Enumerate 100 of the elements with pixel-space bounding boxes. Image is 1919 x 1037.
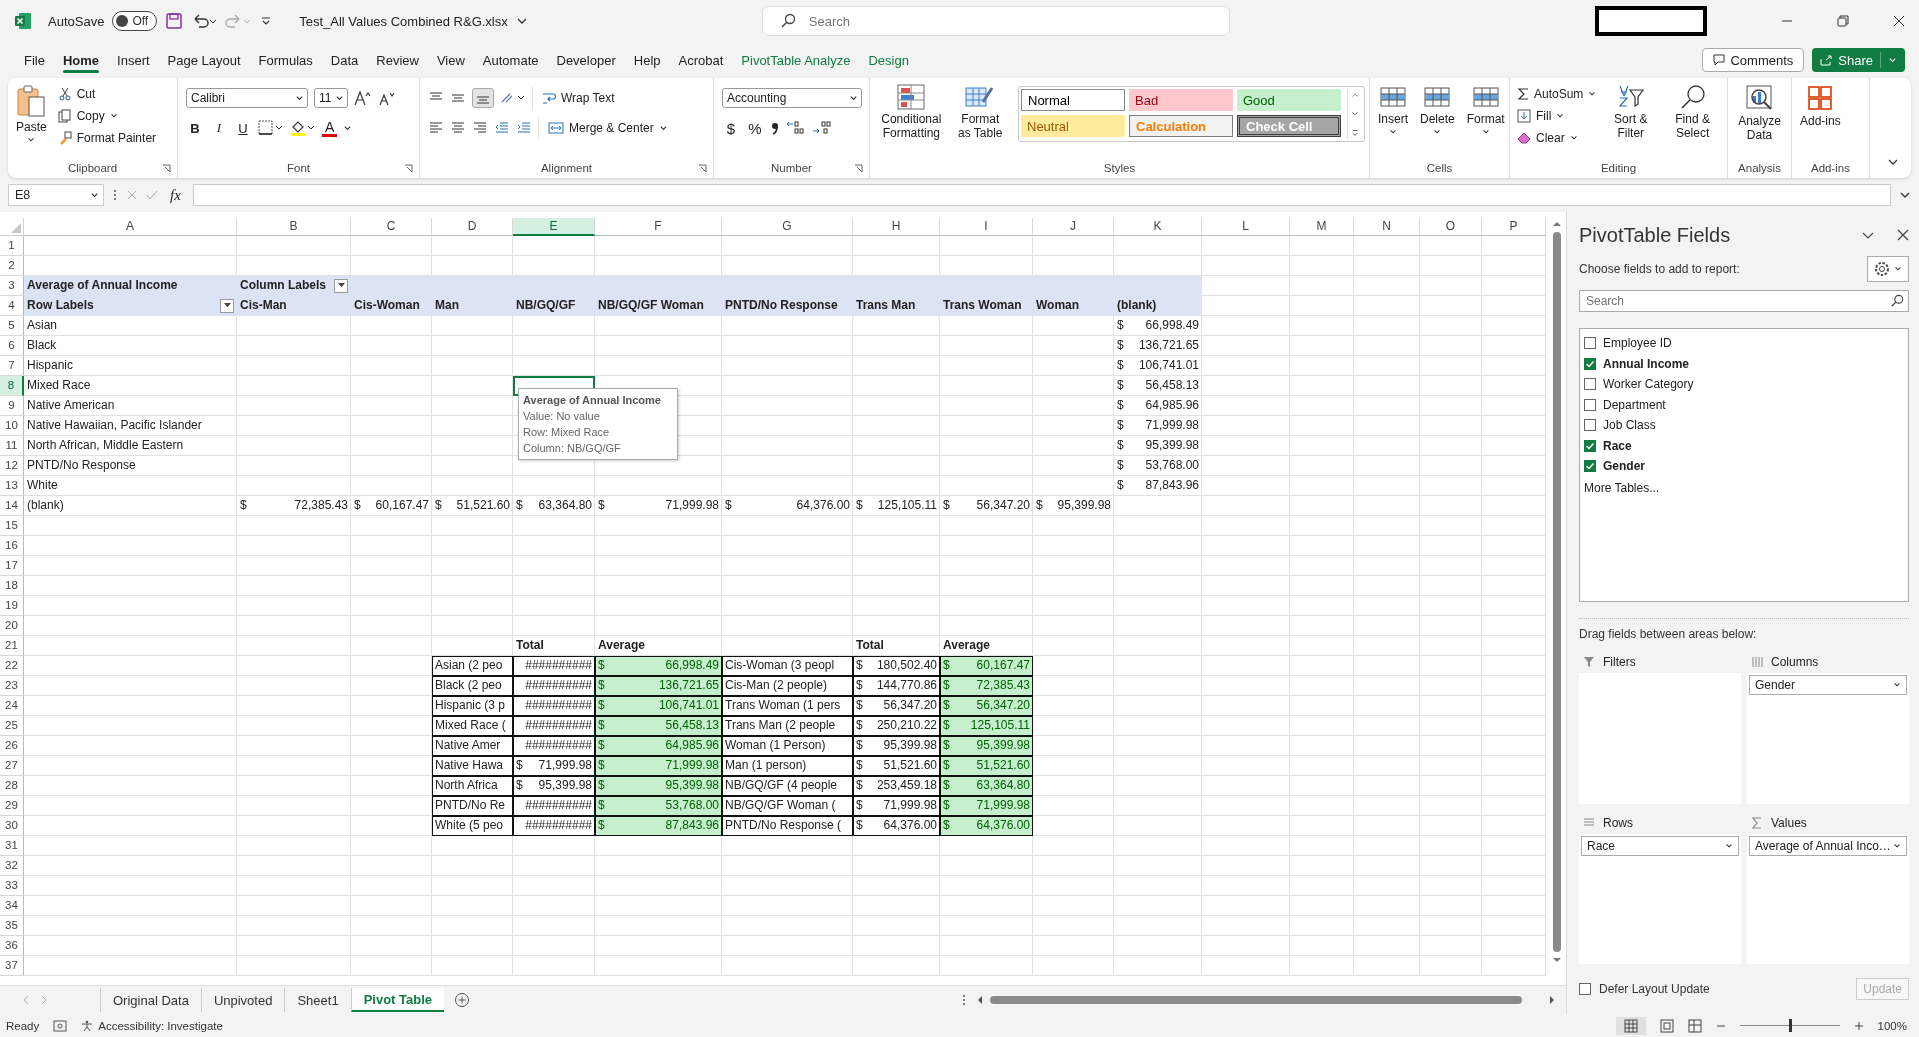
conditional-formatting-button[interactable]: Conditional Formatting	[874, 82, 949, 142]
more-options-icon[interactable]	[962, 994, 966, 1006]
field-checkbox[interactable]	[1584, 337, 1596, 350]
comma-style-icon[interactable]	[770, 120, 780, 136]
macro-icon[interactable]	[53, 1019, 68, 1032]
drop-area[interactable]: Gender	[1747, 673, 1909, 804]
ribbon-tab[interactable]: PivotTable Analyze	[733, 46, 859, 74]
add-ins-button[interactable]: Add-ins	[1796, 82, 1845, 130]
row-header[interactable]: 1	[0, 236, 24, 256]
font-size-field[interactable]: 11	[314, 88, 348, 108]
normal-view-icon[interactable]	[1615, 1016, 1646, 1035]
field-chip[interactable]: Average of Annual Inco…	[1749, 835, 1907, 856]
page-layout-icon[interactable]	[1659, 1018, 1674, 1033]
font-name-field[interactable]: Calibri	[186, 88, 308, 108]
cells-button[interactable]: Insert	[1374, 82, 1412, 138]
align-center-icon[interactable]	[450, 120, 466, 136]
comments-button[interactable]: Comments	[1702, 48, 1805, 72]
more-tables-link[interactable]: More Tables...	[1584, 480, 1904, 495]
align-left-icon[interactable]	[428, 120, 444, 136]
cell-style-button[interactable]: Neutral	[1021, 115, 1125, 137]
fill-color-icon[interactable]	[290, 119, 316, 137]
row-header[interactable]: 23	[0, 676, 24, 696]
scroll-down-icon[interactable]	[1351, 110, 1359, 118]
column-header[interactable]: H	[853, 218, 940, 236]
scroll-left-icon[interactable]	[976, 996, 984, 1004]
column-header[interactable]: A	[24, 218, 237, 236]
merge-center-button[interactable]: Merge & Center	[545, 118, 671, 138]
shrink-font-icon[interactable]	[378, 90, 396, 106]
cell-style-button[interactable]: Good	[1237, 89, 1341, 111]
column-header[interactable]: C	[351, 218, 432, 236]
launcher-icon[interactable]	[162, 163, 171, 173]
row-header[interactable]: 14	[0, 496, 24, 516]
decrease-decimal-icon[interactable]	[812, 120, 832, 136]
close-icon[interactable]	[1893, 15, 1905, 27]
borders-icon[interactable]	[258, 120, 284, 136]
file-name[interactable]: Test_All Values Combined R&G.xlsx	[299, 13, 508, 29]
fill-button[interactable]: Fill	[1514, 106, 1600, 126]
field-checkbox[interactable]	[1584, 357, 1596, 370]
column-header[interactable]: G	[722, 218, 853, 236]
row-header[interactable]: 10	[0, 416, 24, 436]
scroll-up-icon[interactable]	[1553, 220, 1561, 228]
row-header[interactable]: 24	[0, 696, 24, 716]
launcher-icon[interactable]	[854, 163, 863, 173]
column-header[interactable]: N	[1354, 218, 1420, 236]
filter-dropdown-button[interactable]	[334, 278, 348, 293]
number-symbol-button[interactable]: %	[746, 119, 764, 137]
defer-checkbox[interactable]	[1579, 983, 1591, 995]
ribbon-tab[interactable]: Help	[625, 46, 669, 74]
zoom-thumb[interactable]	[1788, 1019, 1792, 1032]
copy-button[interactable]: Copy	[54, 106, 160, 126]
column-header[interactable]: L	[1202, 218, 1290, 236]
insert-function-button[interactable]: fx	[166, 186, 185, 204]
field-chip[interactable]: Gender	[1749, 675, 1907, 695]
scroll-up-icon[interactable]	[1351, 91, 1359, 99]
name-box[interactable]: E8	[8, 184, 104, 206]
row-header[interactable]: 2	[0, 256, 24, 276]
column-header[interactable]: M	[1290, 218, 1354, 236]
field-label[interactable]: Worker Category	[1603, 377, 1694, 392]
font-color-button[interactable]: A	[322, 119, 338, 137]
row-header[interactable]: 25	[0, 716, 24, 736]
scroll-down-icon[interactable]	[1553, 956, 1561, 964]
cut-button[interactable]: Cut	[54, 84, 160, 104]
row-header[interactable]: 30	[0, 816, 24, 836]
row-header[interactable]: 28	[0, 776, 24, 796]
field-label[interactable]: Department	[1603, 397, 1666, 412]
settings-button[interactable]	[1867, 256, 1909, 282]
zoom-level[interactable]: 100%	[1877, 1019, 1907, 1032]
ribbon-tab[interactable]: Data	[322, 46, 367, 74]
font-style-button[interactable]: B	[186, 120, 204, 136]
column-header[interactable]: P	[1482, 218, 1546, 236]
search-field[interactable]: Search	[1579, 290, 1909, 312]
column-header[interactable]: J	[1033, 218, 1114, 236]
more-icon[interactable]	[1351, 129, 1359, 137]
column-header[interactable]: D	[432, 218, 513, 236]
restore-icon[interactable]	[1837, 15, 1849, 27]
column-header[interactable]: K	[1114, 218, 1202, 236]
grow-font-icon[interactable]	[354, 90, 372, 106]
paste-button[interactable]: Paste	[12, 82, 51, 146]
sheet-tab[interactable]: Pivot Table	[350, 988, 444, 1012]
format-as-table-button[interactable]: Format as Table	[952, 82, 1008, 142]
field-checkbox[interactable]	[1584, 398, 1596, 411]
ribbon-tab[interactable]: Home	[54, 46, 108, 74]
row-header[interactable]: 22	[0, 656, 24, 676]
row-header[interactable]: 32	[0, 856, 24, 876]
ribbon-tab[interactable]: View	[428, 46, 473, 74]
filter-dropdown-button[interactable]	[220, 298, 234, 313]
scroll-thumb[interactable]	[1553, 232, 1561, 952]
clear-button[interactable]: Clear	[1514, 128, 1600, 148]
drop-area[interactable]: Race	[1579, 833, 1741, 964]
field-chip[interactable]: Race	[1581, 835, 1739, 856]
row-header[interactable]: 20	[0, 616, 24, 636]
zoom-in-icon[interactable]	[1853, 1020, 1864, 1031]
field-label[interactable]: Annual Income	[1603, 356, 1689, 371]
column-header[interactable]: F	[595, 218, 722, 236]
defer-label[interactable]: Defer Layout Update	[1599, 982, 1710, 996]
ribbon-tab[interactable]: Insert	[109, 46, 158, 74]
sheet-tab[interactable]: Original Data	[100, 988, 201, 1012]
ribbon-tab[interactable]: Review	[368, 46, 427, 74]
wrap-text-button[interactable]: Wrap Text	[539, 88, 618, 108]
row-header[interactable]: 11	[0, 436, 24, 456]
